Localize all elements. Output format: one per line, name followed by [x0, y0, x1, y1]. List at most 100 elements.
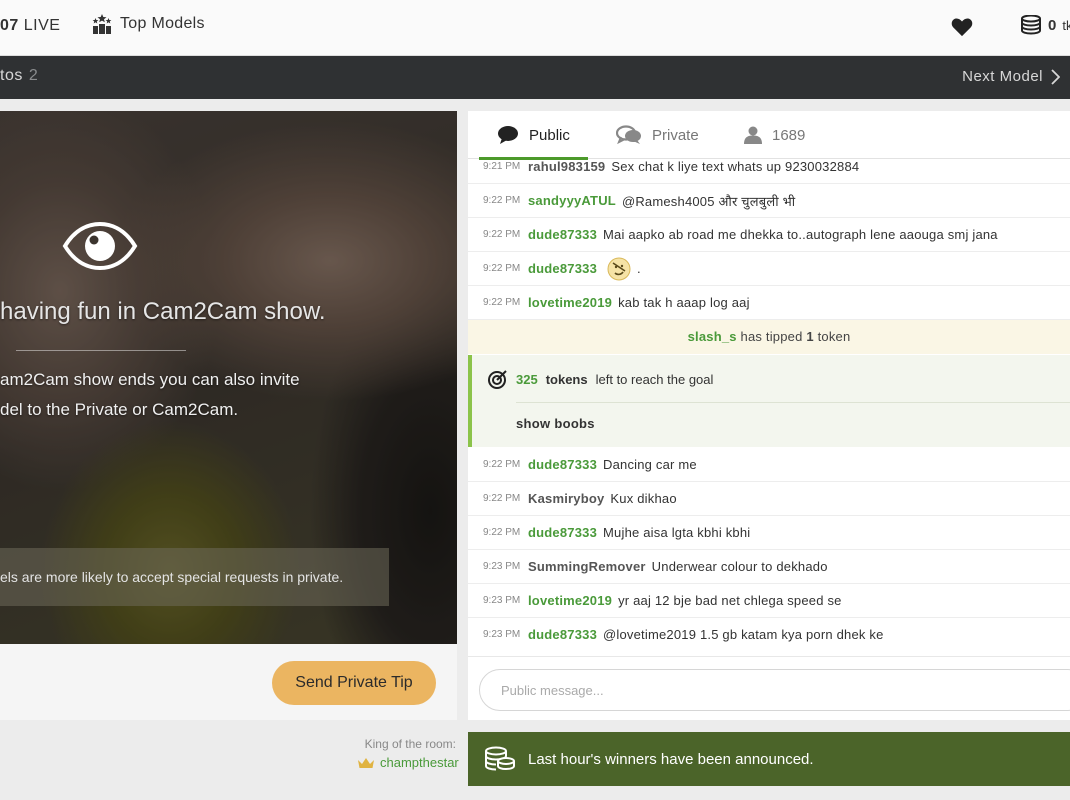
- model-nav-bar: tos 2 Next Model: [0, 56, 1070, 99]
- chat-message: 9:23 PM dude87333 @lovetime2019 1.5 gb k…: [468, 618, 1070, 650]
- message-user[interactable]: dude87333: [528, 227, 597, 242]
- goal-text: show boobs: [516, 416, 595, 431]
- chat-message: 9:22 PM Kasmiryboy Kux dikhao: [468, 482, 1070, 516]
- chat-message: 9:22 PM dude87333 .: [468, 252, 1070, 286]
- top-models-label: Top Models: [120, 15, 205, 32]
- tab-private[interactable]: Private: [616, 111, 699, 159]
- king-of-room[interactable]: champthestar: [357, 755, 459, 770]
- message-user[interactable]: lovetime2019: [528, 295, 612, 310]
- token-label: tk: [1062, 17, 1070, 33]
- chat-panel: Public Private 1689 9:21 PM rahul983159 …: [468, 111, 1070, 720]
- chat-message: 9:22 PM dude87333 Dancing car me: [468, 448, 1070, 482]
- chat-message: 9:22 PM lovetime2019 kab tak h aaap log …: [468, 286, 1070, 320]
- chat-message: 9:23 PM lovetime2019 yr aaj 12 bje bad n…: [468, 584, 1070, 618]
- crown-icon: [358, 757, 374, 768]
- coins-icon: [1021, 15, 1041, 35]
- message-user[interactable]: SummingRemover: [528, 559, 646, 574]
- message-user[interactable]: rahul983159: [528, 160, 605, 174]
- message-text: Mujhe aisa lgta kbhi kbhi: [603, 525, 751, 540]
- user-icon: [744, 126, 762, 144]
- message-text: @Ramesh4005 और चुलबुली भी: [621, 193, 796, 209]
- message-user[interactable]: dude87333: [528, 525, 597, 540]
- chevron-right-icon: [1051, 68, 1060, 85]
- message-user[interactable]: dude87333: [528, 457, 597, 472]
- message-time: 9:23 PM: [483, 595, 521, 606]
- top-bar: 07 LIVE Top Models 0 tk: [0, 0, 1070, 56]
- chat-message: 9:21 PM rahul983159 Sex chat k liye text…: [468, 160, 1070, 184]
- goal-status: 325 tokens left to reach the goal: [488, 369, 713, 389]
- top-models-icon: [92, 14, 112, 34]
- message-user[interactable]: dude87333: [528, 627, 597, 642]
- chat-message: 9:22 PM sandyyyATUL @Ramesh4005 और चुलबु…: [468, 184, 1070, 218]
- goal-tokens: 325: [516, 371, 538, 387]
- show-info-line-1: am2Cam show ends you can also invite: [0, 370, 300, 389]
- message-text: kab tak h aaap log aaj: [618, 295, 750, 310]
- tip-notice: slash_s has tipped 1 token: [468, 320, 1070, 354]
- message-text: Mai aapko ab road me dhekka to..autograp…: [603, 227, 998, 242]
- top-models-link[interactable]: Top Models: [92, 14, 205, 34]
- message-text: .: [637, 261, 641, 276]
- message-time: 9:22 PM: [483, 229, 521, 240]
- message-time: 9:22 PM: [483, 263, 521, 274]
- king-name: champthestar: [380, 755, 459, 770]
- goal-divider: [516, 402, 1070, 403]
- message-user[interactable]: Kasmiryboy: [528, 491, 604, 506]
- king-of-room-label: King of the room:: [364, 737, 456, 751]
- message-text: Kux dikhao: [610, 491, 677, 506]
- message-user[interactable]: sandyyyATUL: [528, 193, 616, 208]
- show-headline: having fun in Cam2Cam show.: [0, 298, 326, 325]
- message-text: @lovetime2019 1.5 gb katam kya porn dhek…: [603, 626, 884, 642]
- tab-public-label: Public: [529, 126, 570, 144]
- message-text: Underwear colour to dekhado: [651, 559, 828, 574]
- message-time: 9:22 PM: [483, 527, 521, 538]
- private-chat-icon: [616, 125, 641, 145]
- tip-amount: 1: [806, 329, 814, 344]
- next-model-button[interactable]: Next Model: [962, 68, 1060, 85]
- goal-box: 325 tokens left to reach the goal show b…: [468, 355, 1070, 447]
- chat-input-area: [468, 656, 1070, 720]
- token-balance[interactable]: 0 tk: [1020, 15, 1070, 35]
- target-icon: [488, 370, 507, 389]
- message-time: 9:23 PM: [483, 628, 521, 640]
- chat-message: 9:23 PM SummingRemover Underwear colour …: [468, 550, 1070, 584]
- video-player[interactable]: having fun in Cam2Cam show. am2Cam show …: [0, 111, 457, 644]
- private-hint-text: els are more likely to accept special re…: [0, 569, 344, 585]
- token-count: 0: [1048, 16, 1057, 34]
- winners-text: Last hour's winners have been announced.: [528, 750, 814, 768]
- chat-tabs: Public Private 1689: [468, 111, 1070, 160]
- chat-messages[interactable]: 9:21 PM rahul983159 Sex chat k liye text…: [468, 160, 1070, 656]
- users-count: 1689: [772, 126, 806, 144]
- next-model-label: Next Model: [962, 68, 1043, 85]
- photos-link[interactable]: tos 2: [0, 67, 38, 85]
- message-text: yr aaj 12 bje bad net chlega speed se: [618, 593, 842, 608]
- tab-private-label: Private: [652, 126, 699, 144]
- message-time: 9:22 PM: [483, 459, 521, 470]
- send-private-tip-button[interactable]: Send Private Tip: [272, 661, 436, 705]
- message-text: Sex chat k liye text whats up 9230032884: [611, 160, 860, 174]
- message-user[interactable]: lovetime2019: [528, 593, 612, 608]
- smiley-icon: [607, 257, 631, 280]
- message-time: 9:21 PM: [483, 161, 521, 172]
- heart-icon[interactable]: [951, 17, 973, 37]
- show-info-line-2: del to the Private or Cam2Cam.: [0, 400, 239, 419]
- live-count[interactable]: 07 LIVE: [0, 17, 60, 35]
- chat-bubble-icon: [498, 126, 518, 144]
- tip-user[interactable]: slash_s: [688, 329, 737, 344]
- winners-banner[interactable]: Last hour's winners have been announced.: [468, 732, 1070, 786]
- private-hint-box: els are more likely to accept special re…: [0, 548, 389, 606]
- message-time: 9:22 PM: [483, 297, 521, 308]
- public-message-input[interactable]: [479, 669, 1070, 711]
- eye-icon: [62, 222, 138, 270]
- overlay-divider: [16, 350, 186, 351]
- tab-public[interactable]: Public: [479, 111, 588, 160]
- message-time: 9:22 PM: [483, 195, 521, 206]
- photos-count: 2: [28, 67, 39, 84]
- message-user[interactable]: dude87333: [528, 261, 597, 276]
- message-time: 9:22 PM: [483, 493, 521, 504]
- message-text: Dancing car me: [603, 457, 697, 472]
- coins-icon: [485, 746, 515, 771]
- tab-users[interactable]: 1689: [744, 111, 805, 159]
- chat-message: 9:22 PM dude87333 Mujhe aisa lgta kbhi k…: [468, 516, 1070, 550]
- message-time: 9:23 PM: [483, 561, 521, 572]
- chat-message: 9:22 PM dude87333 Mai aapko ab road me d…: [468, 218, 1070, 252]
